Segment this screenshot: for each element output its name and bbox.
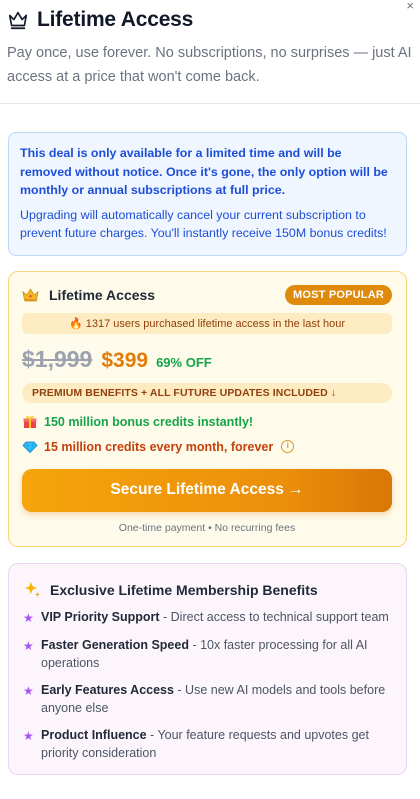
offer-title: Lifetime Access: [49, 286, 156, 303]
benefit-text: VIP Priority Support - Direct access to …: [41, 608, 389, 627]
benefit-name: VIP Priority Support: [41, 609, 160, 624]
monthly-credits-text: 15 million credits every month, forever: [44, 439, 274, 454]
membership-benefits-title: Exclusive Lifetime Membership Benefits: [50, 581, 318, 598]
title-row: Lifetime Access: [7, 8, 413, 32]
sale-price: $399: [101, 348, 149, 372]
benefit-text: Product Influence - Your feature request…: [41, 726, 392, 762]
star-icon: ★: [23, 610, 34, 625]
dialog-header: Lifetime Access Pay once, use forever. N…: [0, 0, 420, 89]
membership-benefits-header: Exclusive Lifetime Membership Benefits: [23, 581, 392, 599]
offer-header: Lifetime Access MOST POPULAR: [22, 284, 392, 305]
star-icon: ★: [23, 728, 34, 743]
sparkle-icon: [25, 581, 40, 597]
discount-label: 69% OFF: [156, 354, 212, 370]
benefit-name: Product Influence: [41, 727, 147, 742]
benefit-name: Early Features Access: [41, 682, 174, 697]
close-icon[interactable]: ×: [406, 0, 414, 12]
page-title: Lifetime Access: [37, 8, 194, 31]
benefits-pill: PREMIUM BENEFITS + ALL FUTURE UPDATES IN…: [22, 382, 392, 403]
benefit-item: ★ VIP Priority Support - Direct access t…: [23, 608, 392, 627]
original-price: $1,999: [22, 345, 93, 372]
benefit-item: ★ Faster Generation Speed - 10x faster p…: [23, 636, 392, 672]
info-icon[interactable]: i: [281, 440, 295, 453]
benefit-name: Faster Generation Speed: [41, 637, 189, 652]
diamond-icon: [22, 441, 38, 453]
benefit-item: ★ Early Features Access - Use new AI mod…: [23, 681, 392, 717]
price-row: $1,999 $399 69% OFF: [22, 346, 392, 373]
monthly-credits-perk: 15 million credits every month, forever …: [22, 440, 392, 454]
lifetime-offer-card: Lifetime Access MOST POPULAR 🔥 1317 user…: [8, 270, 407, 547]
gift-icon: [23, 415, 37, 428]
membership-benefits-card: Exclusive Lifetime Membership Benefits ★…: [8, 562, 407, 775]
benefit-text: Early Features Access - Use new AI model…: [41, 681, 392, 717]
payment-note: One-time payment • No recurring fees: [118, 521, 296, 534]
header-divider: [0, 103, 420, 104]
notice-info-text: Upgrading will automatically cancel your…: [20, 207, 387, 241]
bonus-credits-perk: 150 million bonus credits instantly!: [22, 415, 392, 429]
star-icon: ★: [23, 638, 34, 653]
most-popular-badge: MOST POPULAR: [284, 284, 392, 305]
benefit-item: ★ Product Influence - Your feature reque…: [23, 726, 392, 762]
bonus-credits-text: 150 million bonus credits instantly!: [44, 414, 254, 429]
secure-lifetime-access-button[interactable]: Secure Lifetime Access →: [22, 468, 392, 512]
star-icon: ★: [23, 683, 34, 698]
limited-time-notice: This deal is only available for a limite…: [8, 132, 407, 256]
notice-warning-text: This deal is only available for a limite…: [20, 146, 388, 197]
page-subtitle: Pay once, use forever. No subscriptions,…: [7, 45, 412, 85]
benefit-text: Faster Generation Speed - 10x faster pro…: [41, 636, 392, 672]
crown-icon: [8, 11, 28, 30]
crown-icon: [22, 288, 39, 301]
benefit-desc: - Direct access to technical support tea…: [159, 609, 389, 624]
purchase-activity-banner: 🔥 1317 users purchased lifetime access i…: [22, 312, 392, 334]
